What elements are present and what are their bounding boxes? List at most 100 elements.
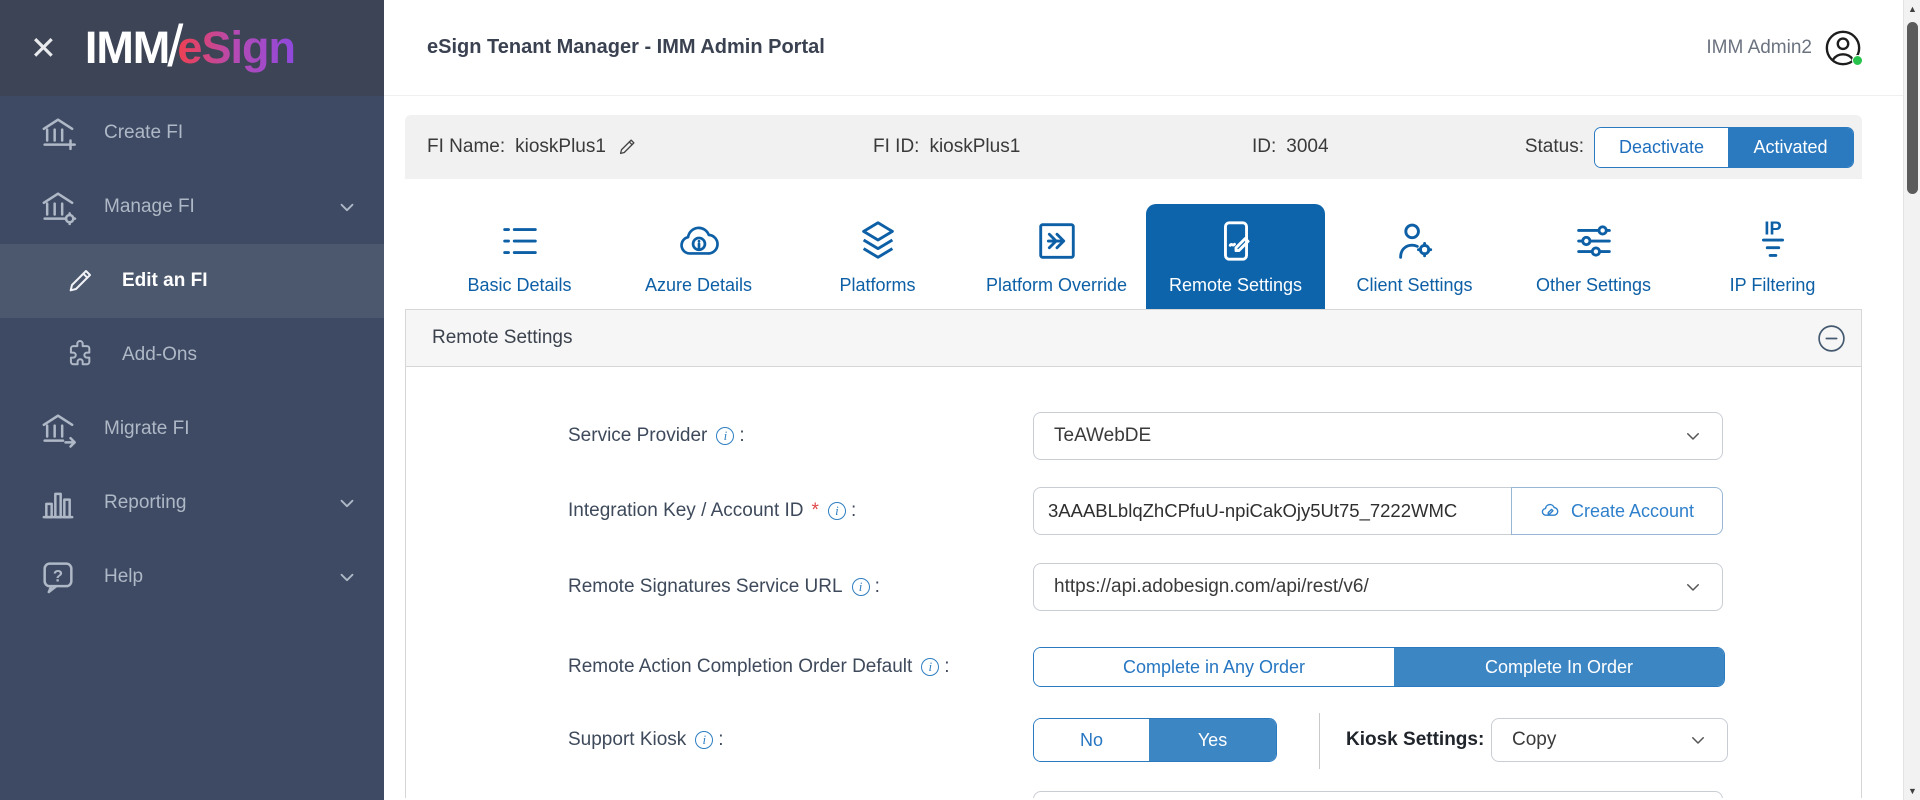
sidebar: ✕ IMM/eSign Create FI Manage FI <box>0 0 384 800</box>
logo-esign: eSign <box>177 22 295 74</box>
fi-name-value: kioskPlus1 <box>515 136 606 158</box>
service-provider-value: TeAWebDE <box>1054 425 1151 447</box>
activated-button[interactable]: Activated <box>1728 128 1853 167</box>
complete-any-order-option[interactable]: Complete in Any Order <box>1034 648 1394 686</box>
fi-id-value: kioskPlus1 <box>929 136 1020 158</box>
tab-other-settings[interactable]: Other Settings <box>1504 204 1683 309</box>
create-account-button[interactable]: Create Account <box>1511 487 1723 535</box>
service-url-select[interactable]: https://api.adobesign.com/api/rest/v6/ <box>1033 563 1723 611</box>
support-kiosk-toggle: No Yes <box>1033 718 1277 762</box>
tab-platforms[interactable]: Platforms <box>788 204 967 309</box>
service-provider-select[interactable]: TeAWebDE <box>1033 412 1723 460</box>
main-area: eSign Tenant Manager - IMM Admin Portal … <box>384 0 1920 800</box>
sidebar-item-label: Reporting <box>104 492 186 514</box>
tab-platform-override[interactable]: Platform Override <box>967 204 1146 309</box>
sidebar-header: ✕ IMM/eSign <box>0 0 384 96</box>
chevron-down-icon <box>336 196 358 218</box>
sidebar-item-add-ons[interactable]: Add-Ons <box>0 318 384 392</box>
service-url-label: Remote Signatures Service URL i : <box>568 563 880 611</box>
integration-key-label: Integration Key / Account ID * i : <box>568 487 856 535</box>
integration-key-row: Create Account <box>1033 487 1723 535</box>
id-group: ID: 3004 <box>1252 115 1329 179</box>
bank-gear-icon <box>38 187 78 227</box>
content: FI Name: kioskPlus1 FI ID: kioskPlus1 ID… <box>405 96 1862 798</box>
integration-key-input[interactable] <box>1033 487 1511 535</box>
info-icon[interactable]: i <box>828 502 846 520</box>
sidebar-item-migrate-fi[interactable]: Migrate FI <box>0 392 384 466</box>
completion-order-label: Remote Action Completion Order Default i… <box>568 647 950 687</box>
panel-title: Remote Settings <box>432 327 572 349</box>
tab-bar: Basic Details Azure Details Platforms Pl… <box>405 204 1862 309</box>
chevron-down-icon <box>1689 731 1707 749</box>
info-icon[interactable]: i <box>921 658 939 676</box>
avatar[interactable] <box>1824 29 1862 67</box>
kiosk-settings-select[interactable]: Copy <box>1491 718 1728 762</box>
sidebar-item-label: Create FI <box>104 122 183 144</box>
scroll-down-arrow[interactable]: ▼ <box>1904 783 1920 799</box>
kiosk-no-option[interactable]: No <box>1034 719 1149 761</box>
kiosk-settings-value: Copy <box>1512 729 1556 751</box>
online-status-dot <box>1852 55 1863 66</box>
tab-azure-details[interactable]: Azure Details <box>609 204 788 309</box>
tab-label: Azure Details <box>645 275 752 296</box>
sidebar-item-edit-an-fi[interactable]: Edit an FI <box>0 244 384 318</box>
completion-order-toggle: Complete in Any Order Complete In Order <box>1033 647 1725 687</box>
tab-label: Remote Settings <box>1169 275 1302 296</box>
status-label: Status: <box>1525 136 1584 158</box>
tab-label: Basic Details <box>467 275 571 296</box>
sidebar-item-label: Migrate FI <box>104 418 190 440</box>
tab-label: IP Filtering <box>1730 275 1816 296</box>
sidebar-item-reporting[interactable]: Reporting <box>0 466 384 540</box>
deactivate-button[interactable]: Deactivate <box>1595 128 1728 167</box>
svg-text:?: ? <box>53 566 63 585</box>
scrollbar-thumb[interactable] <box>1907 22 1918 194</box>
chevron-down-icon <box>336 566 358 588</box>
user-menu[interactable]: IMM Admin2 <box>1706 29 1862 67</box>
sidebar-item-create-fi[interactable]: Create FI <box>0 96 384 170</box>
status-group: Status: Deactivate Activated <box>1525 115 1854 179</box>
chevron-down-icon <box>1684 578 1702 596</box>
collapse-panel-icon[interactable] <box>1816 323 1847 354</box>
id-value: 3004 <box>1286 136 1328 158</box>
app-logo: IMM/eSign <box>85 15 295 82</box>
service-url-value: https://api.adobesign.com/api/rest/v6/ <box>1054 576 1369 598</box>
info-icon[interactable]: i <box>852 578 870 596</box>
scroll-up-arrow[interactable]: ▲ <box>1904 1 1920 17</box>
bank-plus-icon <box>38 113 78 153</box>
svg-text:IP: IP <box>1764 218 1781 238</box>
fi-id-label: FI ID: <box>873 136 919 158</box>
complete-in-order-option[interactable]: Complete In Order <box>1394 648 1724 686</box>
fi-summary-bar: FI Name: kioskPlus1 FI ID: kioskPlus1 ID… <box>405 115 1862 179</box>
sidebar-item-help[interactable]: ? Help <box>0 540 384 614</box>
kiosk-yes-option[interactable]: Yes <box>1149 719 1276 761</box>
panel-body: Service Provider i : TeAWebDE Integratio… <box>406 367 1861 798</box>
sidebar-item-label: Manage FI <box>104 196 195 218</box>
sidebar-item-label: Help <box>104 566 143 588</box>
puzzle-icon <box>64 339 96 371</box>
chevron-down-icon <box>1684 427 1702 445</box>
tab-label: Platform Override <box>986 275 1127 296</box>
kiosk-settings-label: Kiosk Settings: <box>1346 718 1484 762</box>
required-asterisk: * <box>812 500 819 522</box>
fi-id-group: FI ID: kioskPlus1 <box>873 115 1020 179</box>
status-toggle: Deactivate Activated <box>1594 127 1854 168</box>
tab-remote-settings[interactable]: Remote Settings <box>1146 204 1325 309</box>
close-icon[interactable]: ✕ <box>30 32 57 64</box>
fi-name-label: FI Name: <box>427 136 505 158</box>
logo-imm: IMM <box>85 22 169 74</box>
edit-fi-name-icon[interactable] <box>616 136 638 158</box>
tab-ip-filtering[interactable]: IP IP Filtering <box>1683 204 1862 309</box>
info-icon[interactable]: i <box>695 731 713 749</box>
help-bubble-icon: ? <box>38 557 78 597</box>
bar-chart-icon <box>38 483 78 523</box>
support-kiosk-label: Support Kiosk i : <box>568 718 724 762</box>
bank-arrow-icon <box>38 409 78 449</box>
topbar: eSign Tenant Manager - IMM Admin Portal … <box>384 0 1920 96</box>
tab-client-settings[interactable]: Client Settings <box>1325 204 1504 309</box>
tab-label: Client Settings <box>1356 275 1472 296</box>
fi-name-group: FI Name: kioskPlus1 <box>427 115 638 179</box>
info-icon[interactable]: i <box>716 427 734 445</box>
tab-basic-details[interactable]: Basic Details <box>430 204 609 309</box>
sidebar-item-manage-fi[interactable]: Manage FI <box>0 170 384 244</box>
next-field-partial <box>1033 791 1723 798</box>
